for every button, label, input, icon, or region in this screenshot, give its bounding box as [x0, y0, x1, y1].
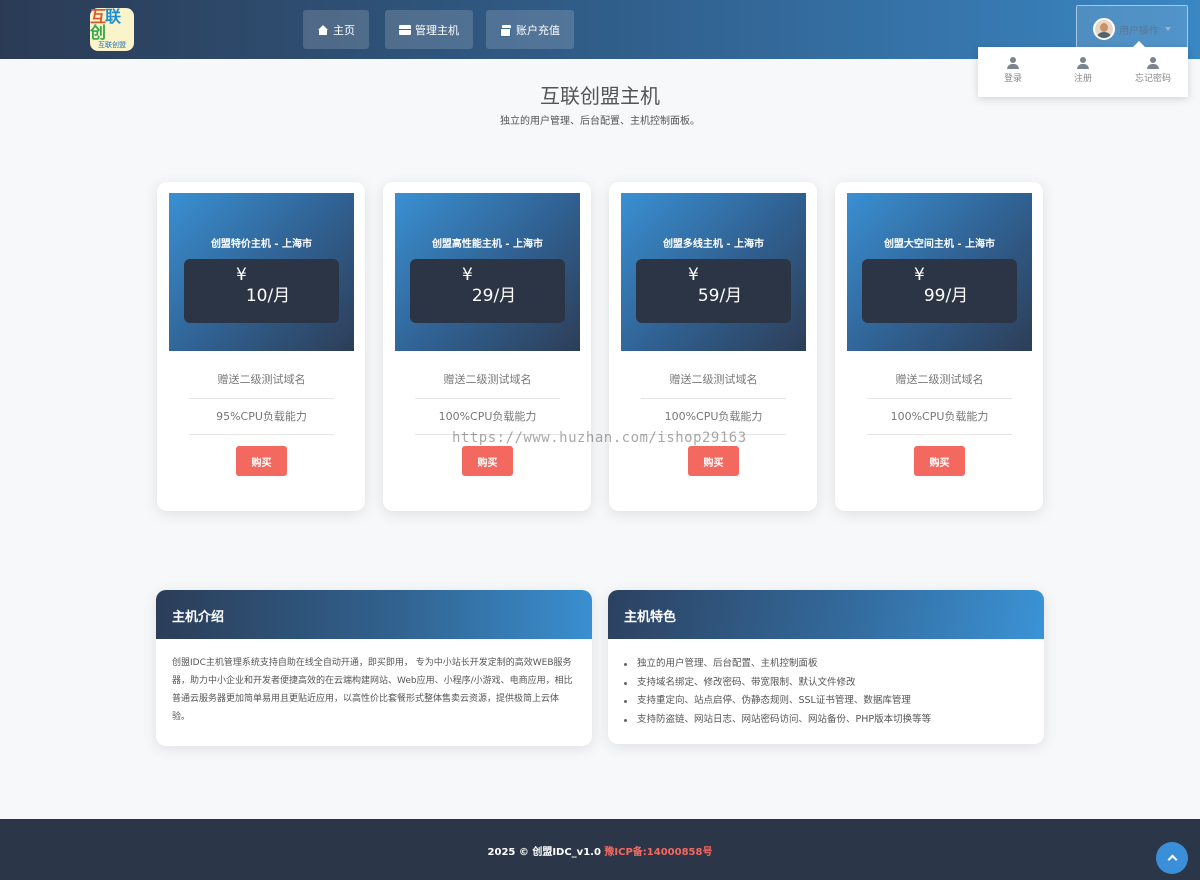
plan-price: 59/月: [697, 286, 743, 306]
user-icon: [1007, 57, 1019, 69]
nav-home-label: 主页: [333, 23, 355, 37]
plan-name: 创盟多线主机 - 上海市: [662, 239, 765, 250]
price-box: ¥ 99/月: [862, 259, 1017, 323]
nav-manage-host-button[interactable]: 管理主机: [385, 10, 473, 49]
buy-button[interactable]: 购买: [688, 446, 739, 476]
plan-card: 创盟多线主机 - 上海市 ¥ 59/月 赠送二级测试域名 100%CPU负载能力…: [609, 182, 817, 511]
nav-manage-host-label: 管理主机: [415, 23, 459, 37]
buy-button[interactable]: 购买: [462, 446, 513, 476]
plan-card-header: 创盟大空间主机 - 上海市 ¥ 99/月: [847, 193, 1032, 351]
price-box: ¥ 29/月: [410, 259, 565, 323]
chevron-down-icon: [1165, 27, 1171, 31]
plan-feature: 赠送二级测试域名: [217, 373, 306, 386]
divider: [415, 398, 560, 399]
plan-card: 创盟特价主机 - 上海市 ¥ 10/月 赠送二级测试域名 95%CPU负载能力 …: [157, 182, 365, 511]
plan-name: 创盟高性能主机 - 上海市: [431, 239, 544, 250]
back-to-top-button[interactable]: [1156, 842, 1188, 874]
icp-link[interactable]: 豫ICP备:14000858号: [604, 847, 712, 858]
plan-feature: 赠送二级测试域名: [669, 373, 758, 386]
intro-panel-body: 创盟IDC主机管理系统支持自助在线全自动开通，即买即用， 专为中小站长开发定制的…: [172, 658, 573, 722]
intro-panel-title: 主机介绍: [156, 590, 592, 639]
plan-feature: 100%CPU负载能力: [664, 410, 763, 423]
plan-name: 创盟大空间主机 - 上海市: [883, 239, 996, 250]
divider: [189, 398, 334, 399]
plan-price: 10/月: [245, 286, 291, 306]
logo-mark: 互联创: [90, 7, 121, 42]
user-menu-label: 用户操作: [1119, 25, 1159, 37]
user-menu-button[interactable]: 用户操作: [1076, 5, 1188, 53]
page-title: 互联创盟主机: [540, 84, 660, 108]
plan-price: 99/月: [923, 286, 969, 306]
footer-text: 2025 © 创盟IDC_v1.0 豫ICP备:14000858号: [0, 843, 1200, 858]
site-logo[interactable]: 互联创 互联创盟: [90, 8, 134, 51]
plan-card: 创盟大空间主机 - 上海市 ¥ 99/月 赠送二级测试域名 100%CPU负载能…: [835, 182, 1043, 511]
user-icon: [1147, 57, 1159, 69]
features-panel: 主机特色 独立的用户管理、后台配置、主机控制面板 支持域名绑定、修改密码、带宽限…: [608, 590, 1044, 744]
plan-card-header: 创盟多线主机 - 上海市 ¥ 59/月: [621, 193, 806, 351]
plan-feature: 95%CPU负载能力: [216, 410, 307, 423]
plan-card-header: 创盟高性能主机 - 上海市 ¥ 29/月: [395, 193, 580, 351]
credit-card-icon: [500, 24, 512, 37]
plan-feature: 赠送二级测试域名: [895, 373, 984, 386]
page-subtitle: 独立的用户管理、后台配置、主机控制面板。: [500, 116, 700, 127]
plan-price: 29/月: [471, 286, 517, 306]
divider: [641, 398, 786, 399]
divider: [189, 434, 334, 435]
list-item: 独立的用户管理、后台配置、主机控制面板: [624, 655, 1044, 674]
server-icon: [399, 24, 411, 35]
list-item: 支持域名绑定、修改密码、带宽限制、默认文件修改: [624, 674, 1044, 693]
plan-feature: 赠送二级测试域名: [443, 373, 532, 386]
copyright-text: 2025 © 创盟IDC_v1.0: [487, 847, 601, 858]
watermark: https://www.huzhan.com/ishop29163: [452, 430, 747, 446]
plan-card-header: 创盟特价主机 - 上海市 ¥ 10/月: [169, 193, 354, 351]
plan-name: 创盟特价主机 - 上海市: [210, 239, 313, 250]
plan-feature: 100%CPU负载能力: [890, 410, 989, 423]
plan-feature: 100%CPU负载能力: [438, 410, 537, 423]
features-list: 独立的用户管理、后台配置、主机控制面板 支持域名绑定、修改密码、带宽限制、默认文…: [608, 639, 1044, 729]
avatar: [1093, 18, 1115, 40]
logo-text: 互联创盟: [98, 41, 126, 49]
chevron-up-icon: [1167, 854, 1177, 865]
plan-card: 创盟高性能主机 - 上海市 ¥ 29/月 赠送二级测试域名 100%CPU负载能…: [383, 182, 591, 511]
nav-recharge-label: 账户充值: [516, 23, 560, 37]
intro-panel: 主机介绍 创盟IDC主机管理系统支持自助在线全自动开通，即买即用， 专为中小站长…: [156, 590, 592, 746]
price-box: ¥ 59/月: [636, 259, 791, 323]
user-icon: [1077, 57, 1089, 69]
nav-recharge-button[interactable]: 账户充值: [486, 10, 574, 49]
divider: [867, 398, 1012, 399]
nav-home-button[interactable]: 主页: [303, 10, 369, 49]
home-icon: [317, 24, 329, 35]
price-box: ¥ 10/月: [184, 259, 339, 323]
list-item: 支持重定向、站点启停、伪静态规则、SSL证书管理、数据库管理: [624, 692, 1044, 711]
page-footer: 2025 © 创盟IDC_v1.0 豫ICP备:14000858号: [0, 819, 1200, 880]
buy-button[interactable]: 购买: [914, 446, 965, 476]
divider: [867, 434, 1012, 435]
buy-button[interactable]: 购买: [236, 446, 287, 476]
features-panel-title: 主机特色: [608, 590, 1044, 639]
list-item: 支持防盗链、网站日志、网站密码访问、网站备份、PHP版本切换等等: [624, 711, 1044, 730]
